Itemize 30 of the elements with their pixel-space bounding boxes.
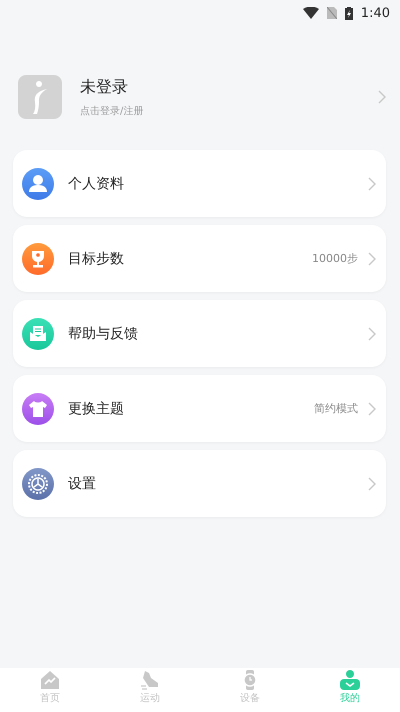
menu-label: 设置 bbox=[68, 474, 97, 492]
avatar[interactable] bbox=[18, 75, 62, 119]
menu-label: 目标步数 bbox=[68, 250, 125, 268]
chevron-right-icon bbox=[378, 90, 386, 104]
menu-value: 10000步 bbox=[312, 251, 358, 266]
menu-label: 个人资料 bbox=[68, 174, 125, 192]
menu-card[interactable]: 个人资料 bbox=[13, 150, 386, 217]
chevron-right-icon bbox=[368, 476, 376, 490]
menu-label: 帮助与反馈 bbox=[68, 324, 139, 342]
wifi-icon bbox=[302, 7, 319, 19]
menu-card[interactable]: 设置 bbox=[13, 450, 386, 517]
no-sim-icon bbox=[326, 7, 337, 19]
person-icon bbox=[22, 168, 54, 200]
menu-value: 简约模式 bbox=[314, 401, 358, 416]
mail-icon bbox=[22, 318, 54, 350]
menu-card[interactable]: 帮助与反馈 bbox=[13, 300, 386, 367]
trophy-icon bbox=[22, 242, 54, 274]
menu-card[interactable]: 目标步数 10000步 bbox=[13, 225, 386, 292]
chevron-right-icon bbox=[368, 252, 376, 266]
gear-icon bbox=[22, 468, 54, 500]
battery-charging-icon bbox=[344, 6, 353, 20]
chevron-right-icon bbox=[368, 326, 376, 340]
menu-label: 更换主题 bbox=[68, 400, 125, 418]
chevron-right-icon bbox=[368, 402, 376, 416]
sneaker-icon bbox=[140, 670, 160, 690]
menu-card[interactable]: 更换主题 简约模式 bbox=[13, 375, 386, 442]
shirt-icon bbox=[22, 392, 54, 424]
status-time: 1:40 bbox=[360, 6, 390, 20]
profile-name: 未登录 bbox=[80, 76, 129, 98]
chevron-right-icon bbox=[368, 176, 376, 190]
